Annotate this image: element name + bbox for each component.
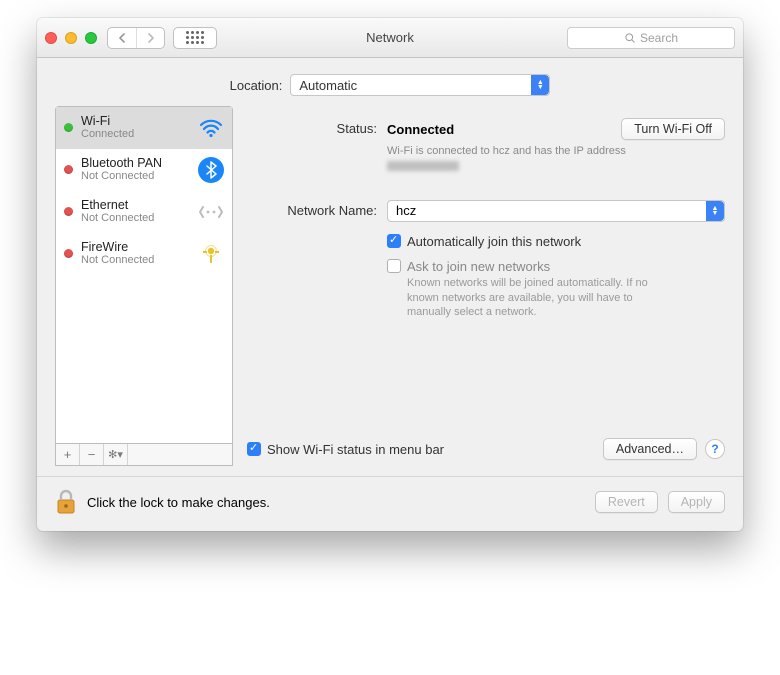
- apply-button[interactable]: Apply: [668, 491, 725, 513]
- service-item-wifi[interactable]: Wi-Fi Connected: [56, 107, 232, 149]
- auto-join-input[interactable]: [387, 234, 401, 248]
- lock-icon[interactable]: [55, 489, 77, 515]
- network-preferences-window: Network Search Location: Automatic ▲▼ Wi…: [37, 18, 743, 531]
- remove-service-button[interactable]: −: [80, 444, 104, 465]
- window-controls: [45, 32, 97, 44]
- auto-join-checkbox[interactable]: Automatically join this network: [387, 234, 581, 249]
- revert-button[interactable]: Revert: [595, 491, 658, 513]
- ask-join-help: Known networks will be joined automatica…: [407, 276, 667, 321]
- location-value: Automatic: [299, 78, 357, 93]
- close-window-button[interactable]: [45, 32, 57, 44]
- lock-text: Click the lock to make changes.: [87, 495, 270, 510]
- titlebar: Network Search: [37, 18, 743, 58]
- ip-address-redacted: [387, 161, 459, 171]
- status-dot-icon: [64, 207, 73, 216]
- footer: Click the lock to make changes. Revert A…: [37, 476, 743, 531]
- navigation-buttons: [107, 27, 165, 49]
- status-description: Wi-Fi is connected to hcz and has the IP…: [387, 145, 626, 157]
- show-status-label: Show Wi-Fi status in menu bar: [267, 442, 444, 457]
- service-item-bluetooth[interactable]: Bluetooth PAN Not Connected: [56, 149, 232, 191]
- search-placeholder: Search: [640, 31, 678, 45]
- network-name-select[interactable]: hcz ▲▼: [387, 200, 725, 222]
- ask-join-checkbox[interactable]: Ask to join new networks: [387, 259, 667, 274]
- service-status: Not Connected: [81, 212, 190, 224]
- add-service-button[interactable]: +: [56, 444, 80, 465]
- wifi-icon: [198, 115, 224, 141]
- auto-join-label: Automatically join this network: [407, 234, 581, 249]
- wifi-toggle-button[interactable]: Turn Wi-Fi Off: [621, 118, 725, 140]
- show-all-button[interactable]: [173, 27, 217, 49]
- advanced-button[interactable]: Advanced…: [603, 438, 697, 460]
- status-label: Status:: [247, 118, 387, 136]
- service-name: Ethernet: [81, 199, 190, 213]
- footer-spacer: [128, 444, 232, 465]
- service-item-firewire[interactable]: FireWire Not Connected: [56, 233, 232, 275]
- location-row: Location: Automatic ▲▼: [37, 58, 743, 106]
- service-list-footer: + − ✻▾: [56, 443, 232, 465]
- service-name: Bluetooth PAN: [81, 157, 190, 171]
- show-status-checkbox[interactable]: Show Wi-Fi status in menu bar: [247, 442, 444, 457]
- select-stepper-icon: ▲▼: [706, 201, 724, 221]
- service-item-ethernet[interactable]: Ethernet Not Connected: [56, 191, 232, 233]
- service-actions-button[interactable]: ✻▾: [104, 444, 128, 465]
- ask-join-label: Ask to join new networks: [407, 259, 550, 274]
- location-label: Location:: [230, 78, 283, 93]
- service-status: Not Connected: [81, 254, 190, 266]
- select-stepper-icon: ▲▼: [531, 75, 549, 95]
- minimize-window-button[interactable]: [65, 32, 77, 44]
- status-value: Connected: [387, 122, 454, 137]
- status-dot-icon: [64, 249, 73, 258]
- service-name: FireWire: [81, 241, 190, 255]
- service-status: Not Connected: [81, 170, 190, 182]
- status-dot-icon: [64, 165, 73, 174]
- help-button[interactable]: ?: [705, 439, 725, 459]
- back-button[interactable]: [108, 28, 136, 48]
- ask-join-input[interactable]: [387, 259, 401, 273]
- service-list: Wi-Fi Connected Bluetooth PAN Not Connec…: [55, 106, 233, 466]
- service-status: Connected: [81, 128, 190, 140]
- status-dot-icon: [64, 123, 73, 132]
- service-name: Wi-Fi: [81, 115, 190, 129]
- network-name-value: hcz: [396, 203, 416, 218]
- search-icon: [624, 32, 636, 44]
- bluetooth-icon: [198, 157, 224, 183]
- ethernet-icon: [198, 199, 224, 225]
- zoom-window-button[interactable]: [85, 32, 97, 44]
- location-select[interactable]: Automatic ▲▼: [290, 74, 550, 96]
- grid-icon: [186, 31, 204, 44]
- search-field[interactable]: Search: [567, 27, 735, 49]
- show-status-input[interactable]: [247, 442, 261, 456]
- network-name-label: Network Name:: [247, 200, 387, 218]
- firewire-icon: [198, 241, 224, 267]
- detail-pane: Status: Connected Turn Wi-Fi Off Wi-Fi i…: [247, 106, 725, 466]
- forward-button[interactable]: [136, 28, 164, 48]
